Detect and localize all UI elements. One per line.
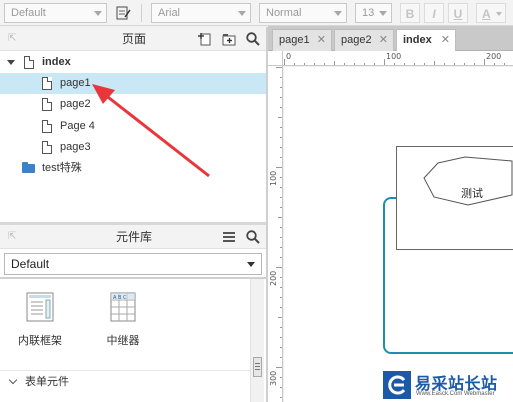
watermark-subtext: Www.Easck.Com Webmaster bbox=[416, 391, 495, 397]
watermark: 易采站长站 Www.Easck.Com Webmaster bbox=[380, 368, 513, 402]
annotation-arrow bbox=[92, 84, 210, 178]
watermark-logo-icon bbox=[383, 371, 411, 399]
